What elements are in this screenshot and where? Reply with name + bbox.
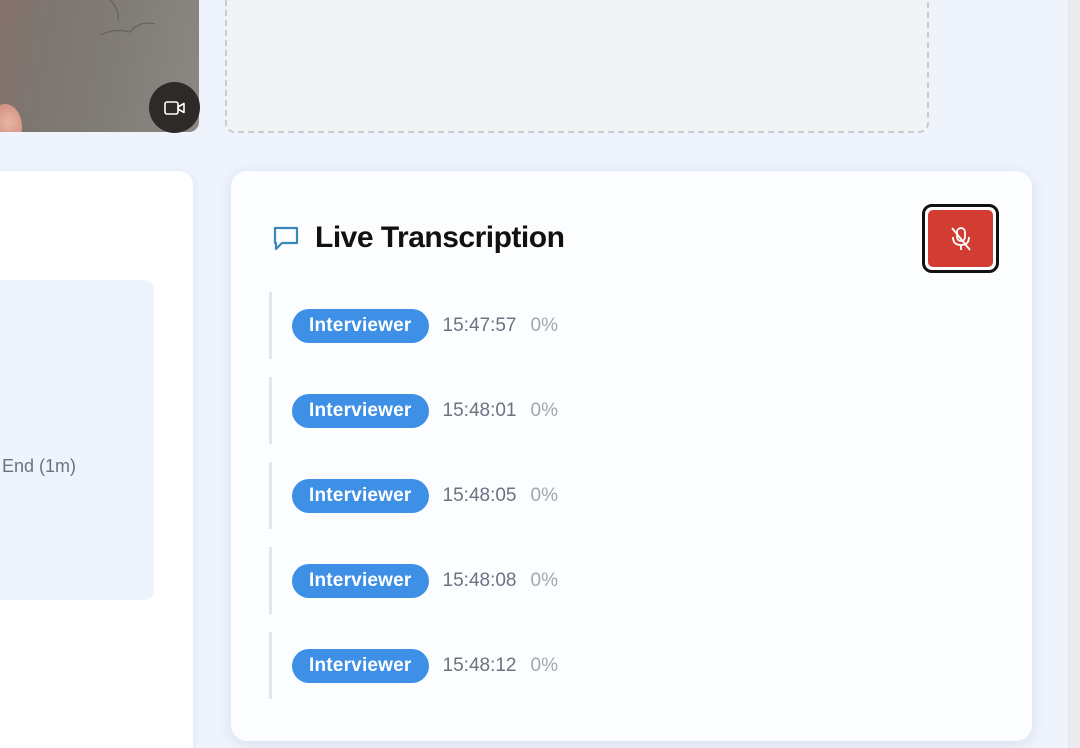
camera-toggle-button[interactable] bbox=[149, 82, 200, 133]
speaker-badge: Interviewer bbox=[292, 393, 429, 428]
mic-off-icon bbox=[950, 226, 971, 251]
entry-confidence: 0% bbox=[530, 654, 558, 676]
transcript-entry: Interviewer 15:47:57 0% bbox=[269, 292, 558, 359]
speaker-badge: Interviewer bbox=[292, 308, 429, 343]
video-camera-icon bbox=[163, 100, 185, 115]
entry-confidence: 0% bbox=[530, 484, 558, 506]
transcription-list: Interviewer 15:47:57 0% Interviewer 15:4… bbox=[269, 292, 558, 717]
live-transcription-card: Live Transcription Interviewer 15:47:57 … bbox=[231, 171, 1032, 741]
speaker-badge: Interviewer bbox=[292, 478, 429, 513]
transcription-title: Live Transcription bbox=[315, 221, 565, 254]
speaker-badge: Interviewer bbox=[292, 563, 429, 598]
mute-microphone-button[interactable] bbox=[922, 204, 999, 273]
transcript-entry: Interviewer 15:48:01 0% bbox=[269, 377, 558, 444]
entry-confidence: 0% bbox=[530, 314, 558, 336]
entry-timestamp: 15:48:05 bbox=[442, 484, 517, 506]
entry-confidence: 0% bbox=[530, 569, 558, 591]
chat-bubble-icon bbox=[271, 223, 301, 253]
transcript-entry: Interviewer 15:48:08 0% bbox=[269, 547, 558, 614]
entry-timestamp: 15:48:08 bbox=[442, 569, 517, 591]
page-scrollbar[interactable] bbox=[1068, 0, 1080, 748]
speaker-badge: Interviewer bbox=[292, 648, 429, 683]
entry-confidence: 0% bbox=[530, 399, 558, 421]
entry-timestamp: 15:48:01 bbox=[442, 399, 517, 421]
left-panel-inner bbox=[0, 280, 154, 600]
entry-timestamp: 15:48:12 bbox=[442, 654, 517, 676]
transcription-header: Live Transcription bbox=[271, 221, 565, 255]
video-placeholder bbox=[225, 0, 929, 133]
left-panel-text: End (1m) bbox=[2, 456, 77, 476]
entry-timestamp: 15:47:57 bbox=[442, 314, 517, 336]
interview-page: End (1m) Live Transcription Interviewer … bbox=[0, 0, 1080, 748]
transcript-entry: Interviewer 15:48:05 0% bbox=[269, 462, 558, 529]
transcript-entry: Interviewer 15:48:12 0% bbox=[269, 632, 558, 699]
mute-button-fill bbox=[928, 210, 993, 267]
